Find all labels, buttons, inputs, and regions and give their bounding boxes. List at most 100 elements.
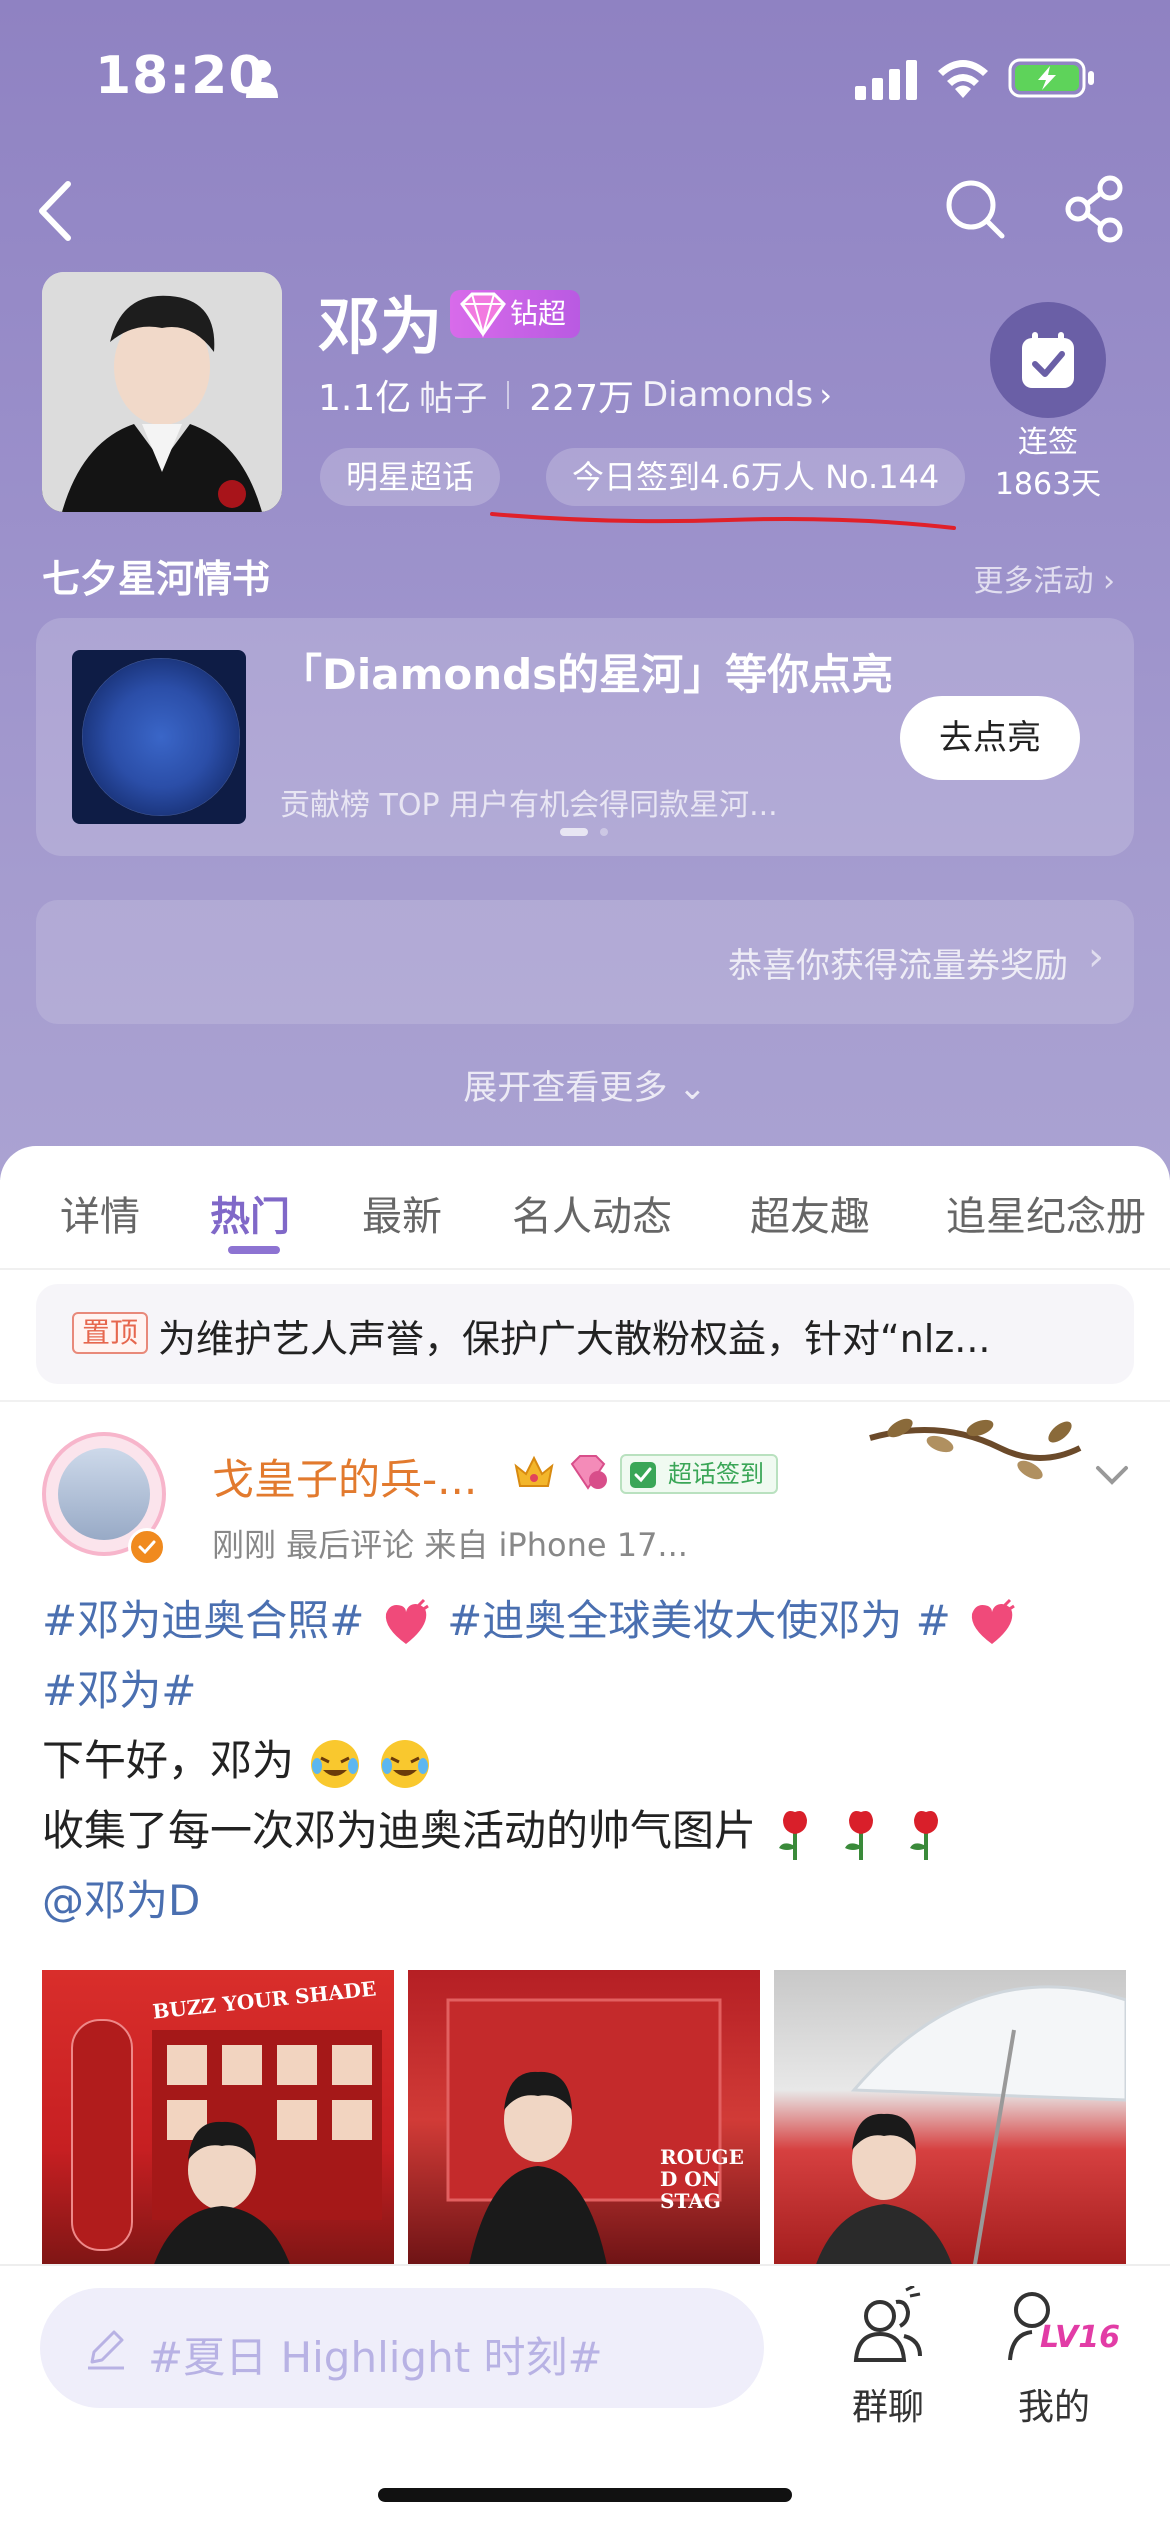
level-badge: LV16	[1040, 2320, 1120, 2355]
crying-laughing-emoji-icon	[380, 1739, 429, 1788]
tab-super-fun[interactable]: 超友趣	[750, 1184, 870, 1242]
post-photo[interactable]	[774, 1970, 1126, 2270]
verified-badge-icon	[128, 1528, 166, 1566]
avatar-portrait-icon	[42, 272, 282, 512]
streak-days: 1863天	[994, 467, 1102, 502]
mine-label: 我的	[1017, 2387, 1090, 2428]
rose-emoji-icon	[779, 1810, 808, 1860]
light-up-button[interactable]: 去点亮	[900, 696, 1080, 780]
pencil-icon	[88, 2330, 124, 2370]
heart-emoji-icon	[385, 1598, 429, 1644]
stats-divider	[507, 381, 510, 409]
photo-scene-icon	[446, 1998, 722, 2270]
crying-laughing-emoji-icon	[311, 1739, 360, 1788]
pinned-tag: 置顶	[72, 1312, 149, 1354]
event-headline: 「Diamonds的星河」等你点亮	[280, 650, 894, 699]
galaxy-image	[72, 650, 246, 824]
super-checkin-tag: 超话签到	[620, 1454, 778, 1494]
battery-icon	[1008, 58, 1094, 98]
search-icon[interactable]	[942, 176, 1008, 242]
expand-more-link[interactable]: 展开查看更多 ⌄	[0, 1060, 1170, 1109]
status-bar: 18:20	[0, 40, 1170, 120]
expand-more-label: 展开查看更多	[463, 1068, 668, 1108]
hashtag-link[interactable]: #迪奥全球美妆大使邓为 #	[447, 1596, 951, 1645]
fans-label[interactable]: Diamonds	[642, 375, 813, 415]
post-photo[interactable]: BUZZ YOUR SHADE	[42, 1970, 394, 2270]
branch-decoration-icon	[869, 1418, 1082, 1480]
nav-bar	[0, 170, 1170, 250]
status-time: 18:20	[95, 46, 266, 106]
group-chat-icon	[853, 2286, 922, 2362]
posts-label: 帖子	[419, 378, 488, 419]
tab-memorial[interactable]: 追星纪念册	[946, 1184, 1146, 1242]
avatar-photo	[58, 1448, 150, 1540]
compose-input[interactable]: #夏日 Highlight 时刻#	[40, 2288, 764, 2408]
post-line: 下午好，邓为	[42, 1736, 295, 1785]
post-photo-grid: BUZZ YOUR SHADE ROUGE D ON STAG	[42, 1970, 1128, 2270]
post-meta: 刚刚 最后评论 来自 iPhone 17...	[212, 1526, 688, 1564]
compose-placeholder: #夏日 Highlight 时刻#	[148, 2333, 603, 2382]
home-indicator	[378, 2488, 792, 2502]
divider	[0, 1400, 1170, 1402]
event-subtitle: 贡献榜 TOP 用户有机会得同款星河...	[280, 788, 778, 823]
chevron-right-icon: ›	[1088, 934, 1104, 980]
reward-text: 恭喜你获得流量券奖励	[728, 946, 1068, 986]
chevron-right-icon: ›	[819, 376, 833, 414]
feed-tabs: 详情 热门 最新 名人动态 超友趣 追星纪念册	[0, 1146, 1170, 1270]
bottom-bar: #夏日 Highlight 时刻# 群聊 LV16 我的	[0, 2264, 1170, 2532]
fan-level-icon	[570, 1455, 607, 1490]
group-chat-label: 群聊	[851, 2387, 924, 2428]
diamond-icon	[460, 292, 506, 338]
event-section-title: 七夕星河情书	[42, 557, 271, 601]
pinned-post[interactable]: 置顶 为维护艺人声誉，保护广大散粉权益，针对“nlz...	[36, 1284, 1134, 1384]
more-activities-label: 更多活动	[973, 564, 1094, 599]
cellular-signal-icon	[855, 60, 917, 100]
heart-emoji-icon	[972, 1598, 1016, 1644]
topic-stats: 1.1亿 帖子 227万 Diamonds ›	[318, 370, 832, 420]
wifi-icon	[938, 60, 988, 98]
fans-count: 227万	[529, 378, 634, 419]
topic-hero: 18:20 邓为 钻超 1.1亿 帖子 227万 Diamonds › 明星超话	[0, 0, 1170, 1180]
diamond-badge-label: 钻超	[510, 297, 567, 330]
post-author-name[interactable]: 戈皇子的兵-...	[212, 1446, 477, 1507]
chevron-down-icon[interactable]	[1090, 1460, 1134, 1490]
streak-title: 连签	[1018, 425, 1078, 460]
tab-celebrity[interactable]: 名人动态	[512, 1184, 672, 1242]
checkin-tag-label: 超话签到	[668, 1460, 764, 1488]
photo-scene-icon	[71, 2019, 382, 2270]
calendar-check-icon	[1022, 332, 1074, 388]
photo-scene-icon	[814, 1985, 1126, 2270]
reward-banner[interactable]: 恭喜你获得流量券奖励 ›	[36, 900, 1134, 1024]
galaxy-disc	[82, 658, 240, 816]
red-underline-annotation	[490, 512, 956, 530]
hashtag-link[interactable]: #邓为迪奥合照#	[42, 1596, 364, 1645]
person-icon	[246, 60, 278, 98]
share-icon[interactable]	[1062, 174, 1128, 244]
group-chat-button[interactable]: 群聊	[838, 2286, 938, 2428]
photo-caption: ROUGE D ON STAG	[660, 2145, 744, 2213]
checkbox-icon	[630, 1462, 656, 1488]
more-activities-link[interactable]: 更多活动 ›	[973, 556, 1115, 600]
hashtag-link[interactable]: #邓为#	[42, 1666, 196, 1715]
mention-link[interactable]: @邓为D	[42, 1876, 200, 1925]
pinned-text: 为维护艺人声誉，保护广大散粉权益，针对“nlz...	[158, 1317, 991, 1361]
checkin-rank-chip[interactable]: 今日签到4.6万人 No.144	[546, 448, 966, 506]
checkin-button[interactable]	[990, 302, 1106, 418]
topic-avatar[interactable]	[42, 272, 282, 512]
rose-emoji-icon	[844, 1810, 873, 1860]
rose-emoji-icon	[910, 1810, 939, 1860]
back-arrow-icon[interactable]	[28, 176, 88, 246]
topic-name: 邓为	[318, 290, 443, 363]
diamond-super-badge: 钻超	[450, 290, 581, 338]
tab-latest[interactable]: 最新	[362, 1184, 442, 1242]
event-card[interactable]: 「Diamonds的星河」等你点亮 贡献榜 TOP 用户有机会得同款星河... …	[36, 618, 1134, 856]
post-photo[interactable]: ROUGE D ON STAG	[408, 1970, 760, 2270]
mine-button[interactable]: LV16 我的	[1000, 2286, 1120, 2428]
tab-hot[interactable]: 热门	[210, 1184, 290, 1242]
post-line: 收集了每一次邓为迪奥活动的帅气图片	[42, 1806, 757, 1855]
crown-icon	[514, 1455, 554, 1487]
tab-details[interactable]: 详情	[60, 1184, 140, 1242]
carousel-dots	[560, 828, 608, 836]
active-tab-indicator	[228, 1246, 280, 1254]
category-chip[interactable]: 明星超话	[320, 448, 501, 506]
